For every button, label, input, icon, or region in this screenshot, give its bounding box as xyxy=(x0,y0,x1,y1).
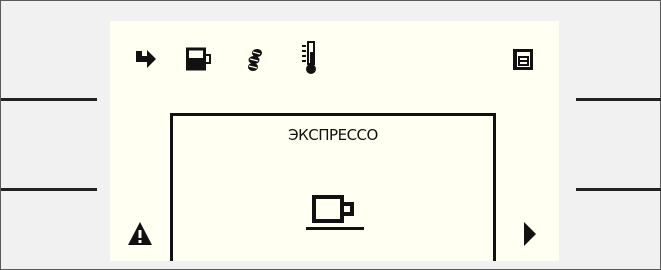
grounds-container-icon xyxy=(186,47,212,71)
right-top-button[interactable] xyxy=(576,98,661,101)
warning-triangle-icon[interactable] xyxy=(127,221,153,247)
product-name: ЭКСПРЕССО xyxy=(288,126,378,144)
thermometer-icon xyxy=(300,40,316,76)
product-selection-box[interactable]: ЭКСПРЕССО xyxy=(170,113,496,261)
right-bottom-button[interactable] xyxy=(576,188,661,191)
tray-icon xyxy=(512,48,534,72)
left-bottom-button[interactable] xyxy=(1,188,97,191)
display-screen: ЭКСПРЕССО xyxy=(110,21,559,261)
next-arrow-icon[interactable] xyxy=(522,220,538,248)
coffee-machine-panel: ЭКСПРЕССО xyxy=(0,0,661,270)
rinse-arrow-icon xyxy=(134,47,158,71)
beans-icon xyxy=(246,48,264,72)
espresso-cup-icon xyxy=(306,194,366,234)
left-top-button[interactable] xyxy=(1,98,97,101)
